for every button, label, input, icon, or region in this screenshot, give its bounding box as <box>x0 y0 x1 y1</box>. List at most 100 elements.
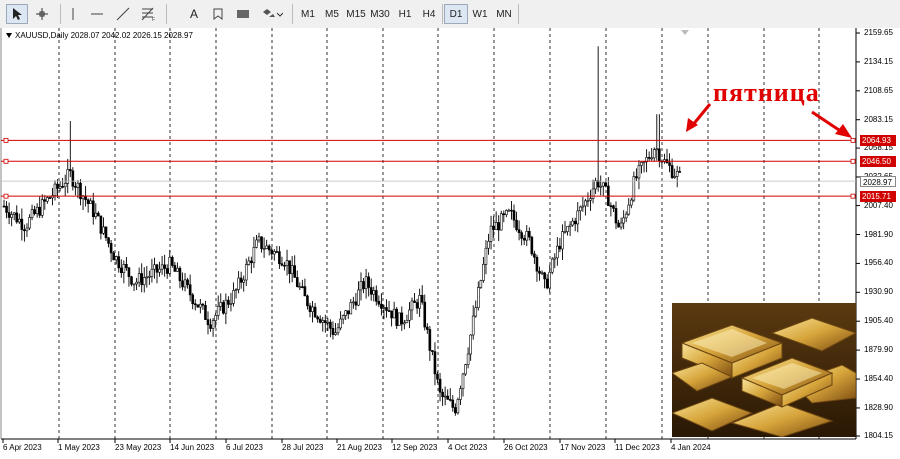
candle-body <box>155 264 159 273</box>
candle-body <box>464 364 467 375</box>
candle-body <box>471 315 475 336</box>
candle-body <box>222 302 225 314</box>
candle-body <box>352 301 355 304</box>
candle-body <box>474 307 478 317</box>
candle-body <box>224 299 228 314</box>
candle-body <box>346 310 350 315</box>
candle-body <box>323 320 327 323</box>
candle-body <box>652 149 656 159</box>
candle-body <box>637 165 641 179</box>
candle-body <box>250 260 253 264</box>
candle-body <box>601 182 605 187</box>
candle-body <box>635 176 638 179</box>
candle-body <box>627 204 631 215</box>
candle-body <box>563 231 567 233</box>
candle-body <box>86 199 90 204</box>
candle-body <box>586 200 590 202</box>
candle-body <box>367 276 370 288</box>
candle-body <box>311 306 314 313</box>
candle-body <box>301 286 304 288</box>
candle-body <box>599 185 603 188</box>
candle-body <box>530 236 534 255</box>
time-axis-label: 1 May 2023 <box>58 443 100 452</box>
level-handle[interactable] <box>850 158 856 164</box>
candle-body <box>331 328 335 335</box>
candle-body <box>97 212 100 217</box>
candle-body <box>576 210 580 225</box>
candle-body <box>112 252 115 261</box>
candle-body <box>91 200 95 217</box>
candle-body <box>229 303 233 305</box>
candle-body <box>114 256 118 261</box>
candle-body <box>469 334 472 355</box>
candle-body <box>137 273 141 283</box>
candle-body <box>510 209 513 212</box>
candle-body <box>520 232 523 239</box>
candle-body <box>566 226 569 232</box>
candle-body <box>494 222 498 230</box>
candle-body <box>127 267 131 277</box>
candle-body <box>20 218 24 230</box>
candle-body <box>48 197 52 199</box>
level-handle[interactable] <box>3 158 9 164</box>
candle-body <box>278 251 281 265</box>
time-axis-label: 4 Jan 2024 <box>671 443 711 452</box>
level-handle[interactable] <box>3 137 9 143</box>
candle-body <box>216 305 220 316</box>
candle-body <box>594 180 597 190</box>
time-axis-label: 21 Aug 2023 <box>337 443 382 452</box>
level-handle[interactable] <box>850 137 856 143</box>
candle-body <box>125 264 128 269</box>
level-handle[interactable] <box>850 193 856 199</box>
candle-body <box>94 212 98 217</box>
candle-body <box>227 299 230 305</box>
candle-body <box>410 300 414 311</box>
candle-body <box>23 229 26 232</box>
candle-body <box>550 258 554 273</box>
candle-body <box>158 268 161 273</box>
candle-body <box>165 268 169 274</box>
candle-body <box>267 245 271 251</box>
candle-body <box>58 186 62 189</box>
candle-body <box>497 222 501 231</box>
candle-body <box>99 215 103 234</box>
candle-body <box>543 272 546 280</box>
candle-body <box>668 162 671 166</box>
candle-body <box>369 287 373 295</box>
candle-body <box>362 281 365 290</box>
candle-body <box>658 148 661 162</box>
candle-body <box>275 251 279 253</box>
candle-body <box>387 310 391 312</box>
candle-body <box>140 273 143 286</box>
candle-body <box>502 213 506 216</box>
candle-body <box>173 265 177 272</box>
price-tag: 2064.93 <box>860 135 896 147</box>
candle-body <box>46 197 49 202</box>
candle-body <box>609 205 613 207</box>
candle-body <box>186 279 189 285</box>
candle-body <box>17 218 21 223</box>
candle-body <box>499 213 503 231</box>
candle-body <box>234 289 238 291</box>
candle-body <box>392 308 396 319</box>
candle-body <box>670 165 674 178</box>
candle-body <box>390 310 393 319</box>
candle-body <box>89 200 92 204</box>
candle-body <box>675 171 679 177</box>
candle-body <box>556 245 559 259</box>
candle-body <box>260 236 263 249</box>
level-handle[interactable] <box>3 193 9 199</box>
candle-body <box>209 324 212 329</box>
candle-body <box>326 321 330 324</box>
candle-body <box>306 295 309 307</box>
candle-body <box>596 180 600 188</box>
candle-body <box>466 353 470 365</box>
candle-body <box>7 212 11 218</box>
candle-body <box>446 395 450 400</box>
candle-body <box>443 395 447 398</box>
candle-body <box>130 276 133 285</box>
candle-body <box>69 169 72 172</box>
price-tag: 2015.71 <box>860 191 896 203</box>
candle-body <box>517 229 521 233</box>
candle-body <box>377 300 381 305</box>
